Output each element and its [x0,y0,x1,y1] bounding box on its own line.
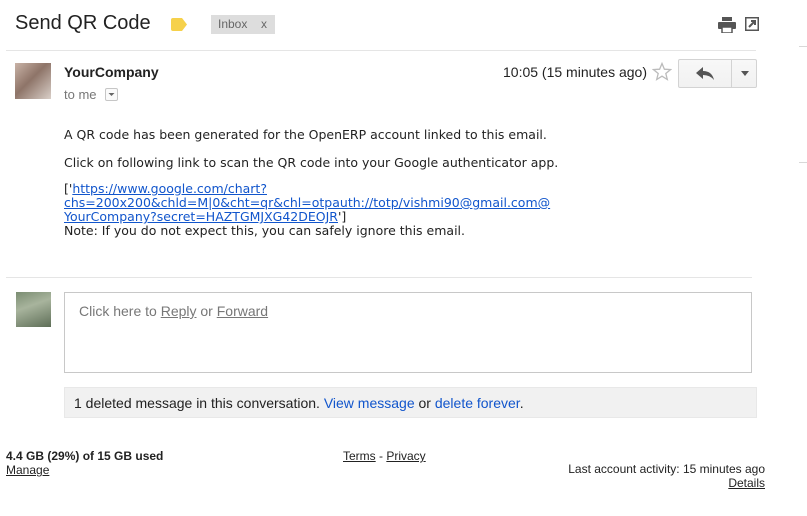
reply-hint: Click here to Reply or Forward [79,303,269,319]
reply-box[interactable]: Click here to Reply or Forward [64,292,752,373]
star-icon[interactable] [652,62,672,82]
forward-link[interactable]: Forward [217,303,268,319]
recipient-details-button[interactable] [105,88,118,101]
activity-details-link[interactable]: Details [728,476,765,490]
new-window-icon[interactable] [745,17,759,31]
body-paragraph: A QR code has been generated for the Ope… [64,127,547,142]
manage-storage-link[interactable]: Manage [6,463,49,477]
recipient-line: to me [64,87,97,102]
terms-link[interactable]: Terms [343,449,376,463]
print-icon[interactable] [718,17,736,33]
label-tag-icon[interactable] [171,18,187,31]
more-options-button[interactable] [731,59,757,88]
storage-usage: 4.4 GB (29%) of 15 GB used [6,449,164,463]
chevron-down-icon [741,71,749,76]
view-message-link[interactable]: View message [324,395,415,411]
qr-code-link[interactable]: https://www.google.com/chart?chs=200x200… [64,181,550,224]
footer-links: Terms - Privacy [343,449,426,463]
side-divider [799,162,807,163]
chevron-down-icon [108,93,115,96]
email-subject: Send QR Code [15,12,151,34]
user-avatar [16,292,51,327]
qr-link-paragraph: ['https://www.google.com/chart?chs=200x2… [64,182,744,224]
last-account-activity: Last account activity: 15 minutes ago [568,462,765,476]
header-divider [6,50,756,51]
sender-avatar[interactable] [15,63,51,99]
body-paragraph: Click on following link to scan the QR c… [64,155,559,170]
side-divider [799,46,807,47]
message-divider [6,277,752,278]
deleted-message-notice: 1 deleted message in this conversation. … [64,387,757,418]
sender-name[interactable]: YourCompany [64,64,159,80]
inbox-label-text: Inbox [218,17,248,31]
link-suffix: '] [338,209,347,224]
inbox-label-chip[interactable]: Inbox x [211,15,275,34]
reply-link[interactable]: Reply [161,303,197,319]
message-time: 10:05 (15 minutes ago) [503,64,647,80]
reply-button[interactable] [678,59,732,88]
remove-label-button[interactable]: x [261,15,267,34]
privacy-link[interactable]: Privacy [386,449,425,463]
body-note: Note: If you do not expect this, you can… [64,223,465,238]
reply-arrow-icon [696,67,714,80]
delete-forever-link[interactable]: delete forever [435,395,520,411]
